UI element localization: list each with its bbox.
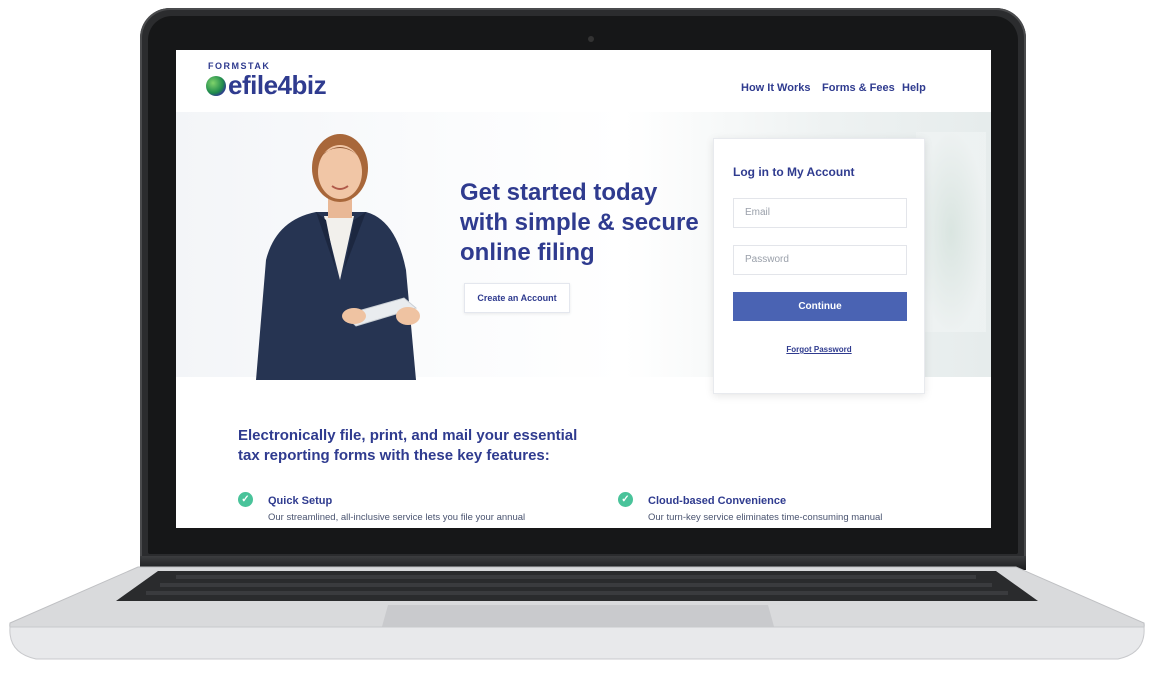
feature-description: Our streamlined, all-inclusive service l… [268, 512, 526, 523]
site-header: FORMSTAK efile4biz How It Works Forms & … [176, 50, 991, 112]
create-account-button[interactable]: Create an Account [464, 283, 570, 313]
check-circle-icon: ✓ [238, 492, 253, 507]
browser-screen: FORMSTAK efile4biz How It Works Forms & … [176, 50, 991, 528]
login-title: Log in to My Account [733, 165, 855, 179]
feature-description: Our turn-key service eliminates time-con… [648, 512, 883, 523]
password-field-wrapper [733, 245, 907, 275]
nav-how-it-works[interactable]: How It Works [741, 82, 810, 94]
feature-title: Quick Setup [268, 495, 333, 507]
features-heading: Electronically file, print, and mail you… [238, 427, 578, 464]
nav-forms-fees[interactable]: Forms & Fees [822, 82, 895, 94]
forgot-password-link[interactable]: Forgot Password [714, 345, 924, 354]
background-blur [916, 132, 986, 332]
hero-headline: Get started today with simple & secure o… [460, 179, 699, 266]
nav-help[interactable]: Help [902, 82, 926, 94]
businesswoman-photo [256, 134, 420, 380]
email-field-wrapper [733, 198, 907, 228]
product-logo-text: efile4biz [228, 70, 327, 100]
password-field[interactable] [734, 246, 906, 272]
laptop-base [8, 565, 1146, 665]
check-circle-icon: ✓ [618, 492, 633, 507]
continue-button[interactable]: Continue [733, 292, 907, 321]
product-logo[interactable]: efile4biz [208, 70, 327, 101]
login-card: Log in to My Account Continue Forgot Pas… [713, 138, 925, 394]
email-field[interactable] [734, 199, 906, 225]
camera-icon [588, 36, 594, 42]
feature-title: Cloud-based Convenience [648, 495, 787, 507]
